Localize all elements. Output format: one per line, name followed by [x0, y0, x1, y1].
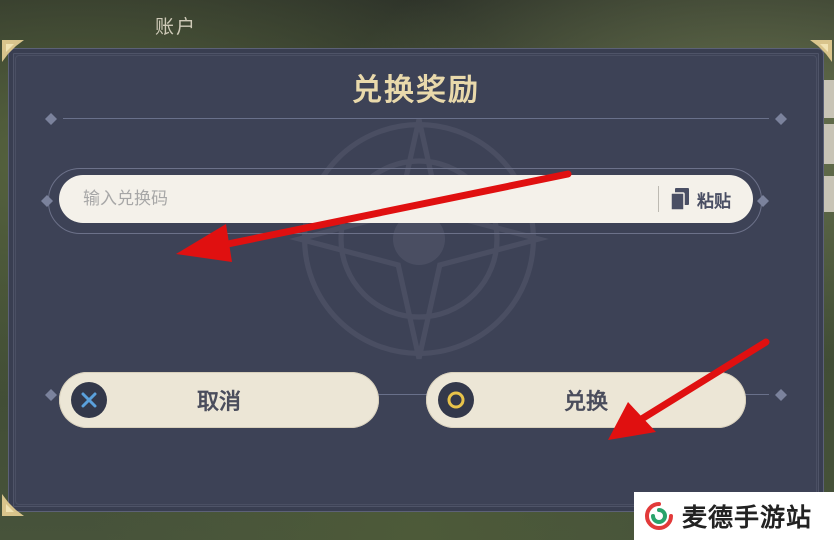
- account-header: 账户: [155, 16, 198, 38]
- watermark-text: 麦德手游站: [682, 503, 813, 532]
- diamond-ornament-icon: [41, 195, 53, 207]
- redeem-label: 兑换: [563, 390, 608, 415]
- corner-ornament-icon: [810, 40, 832, 62]
- diamond-ornament-icon: [757, 195, 769, 207]
- dialog-title: 兑换奖励: [352, 73, 480, 108]
- redeem-code-input[interactable]: [59, 188, 658, 210]
- corner-ornament-icon: [2, 494, 24, 516]
- emblem-watermark-icon: [289, 118, 549, 360]
- cancel-button[interactable]: 取消: [59, 372, 379, 428]
- site-watermark: 麦德手游站: [634, 492, 834, 540]
- clipboard-icon: [671, 188, 689, 210]
- corner-ornament-icon: [2, 40, 24, 62]
- code-input-box: 粘贴: [59, 175, 753, 223]
- cancel-label: 取消: [196, 390, 241, 415]
- paste-label: 粘贴: [697, 191, 731, 212]
- top-divider: [45, 113, 787, 125]
- redeem-button[interactable]: 兑换: [426, 372, 746, 428]
- paste-button[interactable]: 粘贴: [671, 187, 731, 212]
- redeem-dialog: 兑换奖励: [8, 48, 824, 512]
- input-separator: [658, 186, 659, 212]
- site-logo-icon: [645, 502, 673, 530]
